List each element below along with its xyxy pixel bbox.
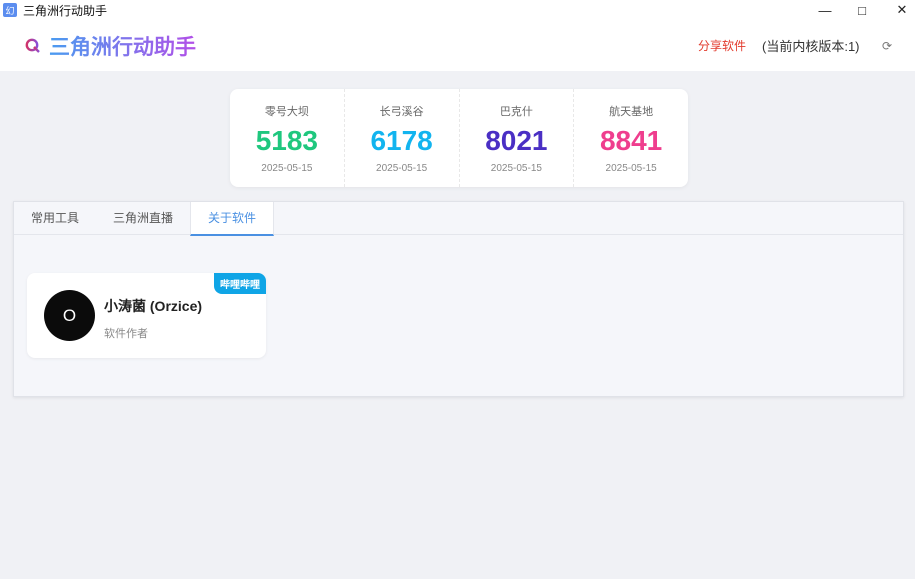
stat-card: 长弓溪谷 6178 2025-05-15 bbox=[345, 89, 460, 187]
app-icon: 幻 bbox=[3, 3, 17, 17]
refresh-icon[interactable]: ⟳ bbox=[882, 39, 892, 53]
bilibili-badge[interactable]: 哔哩哔哩 bbox=[214, 273, 266, 294]
map-code: 8841 bbox=[599, 125, 663, 156]
map-date: 2025-05-15 bbox=[261, 163, 313, 174]
close-button[interactable]: ✕ bbox=[882, 0, 915, 20]
map-code: 5183 bbox=[255, 125, 319, 156]
author-name: 小涛菌 (Orzice) bbox=[104, 298, 203, 314]
map-codes-panel: 零号大坝 5183 2025-05-15 长弓溪谷 6178 2025-05-1… bbox=[230, 89, 688, 187]
map-code: 8021 bbox=[485, 125, 548, 156]
tab-about[interactable]: 关于软件 bbox=[190, 202, 275, 236]
tab-common-tools[interactable]: 常用工具 bbox=[14, 202, 96, 234]
tab-live[interactable]: 三角洲直播 bbox=[96, 202, 190, 234]
map-date: 2025-05-15 bbox=[605, 163, 657, 174]
stat-card: 航天基地 8841 2025-05-15 bbox=[574, 89, 688, 187]
minimize-button[interactable]: — bbox=[805, 0, 845, 20]
window-title: 三角洲行动助手 bbox=[23, 3, 108, 18]
map-name: 巴克什 bbox=[499, 106, 533, 118]
logo-icon bbox=[25, 38, 40, 53]
app-name: 三角洲行动助手 bbox=[49, 31, 196, 61]
version-label: (当前内核版本:1) bbox=[762, 39, 860, 54]
map-code: 6178 bbox=[370, 125, 433, 156]
avatar: O bbox=[44, 290, 95, 341]
tab-panel: 常用工具 三角洲直播 关于软件 O 小涛菌 (Orzice) 软件作者 哔哩哔哩 bbox=[13, 201, 904, 397]
map-date: 2025-05-15 bbox=[376, 163, 428, 174]
tab-bar: 常用工具 三角洲直播 关于软件 bbox=[14, 202, 903, 236]
map-name: 长弓溪谷 bbox=[379, 106, 424, 118]
author-card[interactable]: O 小涛菌 (Orzice) 软件作者 哔哩哔哩 bbox=[27, 273, 266, 358]
map-date: 2025-05-15 bbox=[490, 163, 542, 174]
maximize-button[interactable]: □ bbox=[842, 0, 882, 20]
map-name: 航天基地 bbox=[609, 106, 654, 118]
share-link[interactable]: 分享软件 bbox=[698, 37, 746, 54]
author-role: 软件作者 bbox=[104, 328, 148, 340]
app-header: 三角洲行动助手 分享软件 (当前内核版本:1) ⟳ bbox=[0, 20, 915, 71]
map-name: 零号大坝 bbox=[264, 106, 309, 118]
stat-card: 零号大坝 5183 2025-05-15 bbox=[230, 89, 345, 187]
title-bar: 幻 三角洲行动助手 — □ ✕ bbox=[0, 0, 915, 20]
stat-card: 巴克什 8021 2025-05-15 bbox=[460, 89, 575, 187]
